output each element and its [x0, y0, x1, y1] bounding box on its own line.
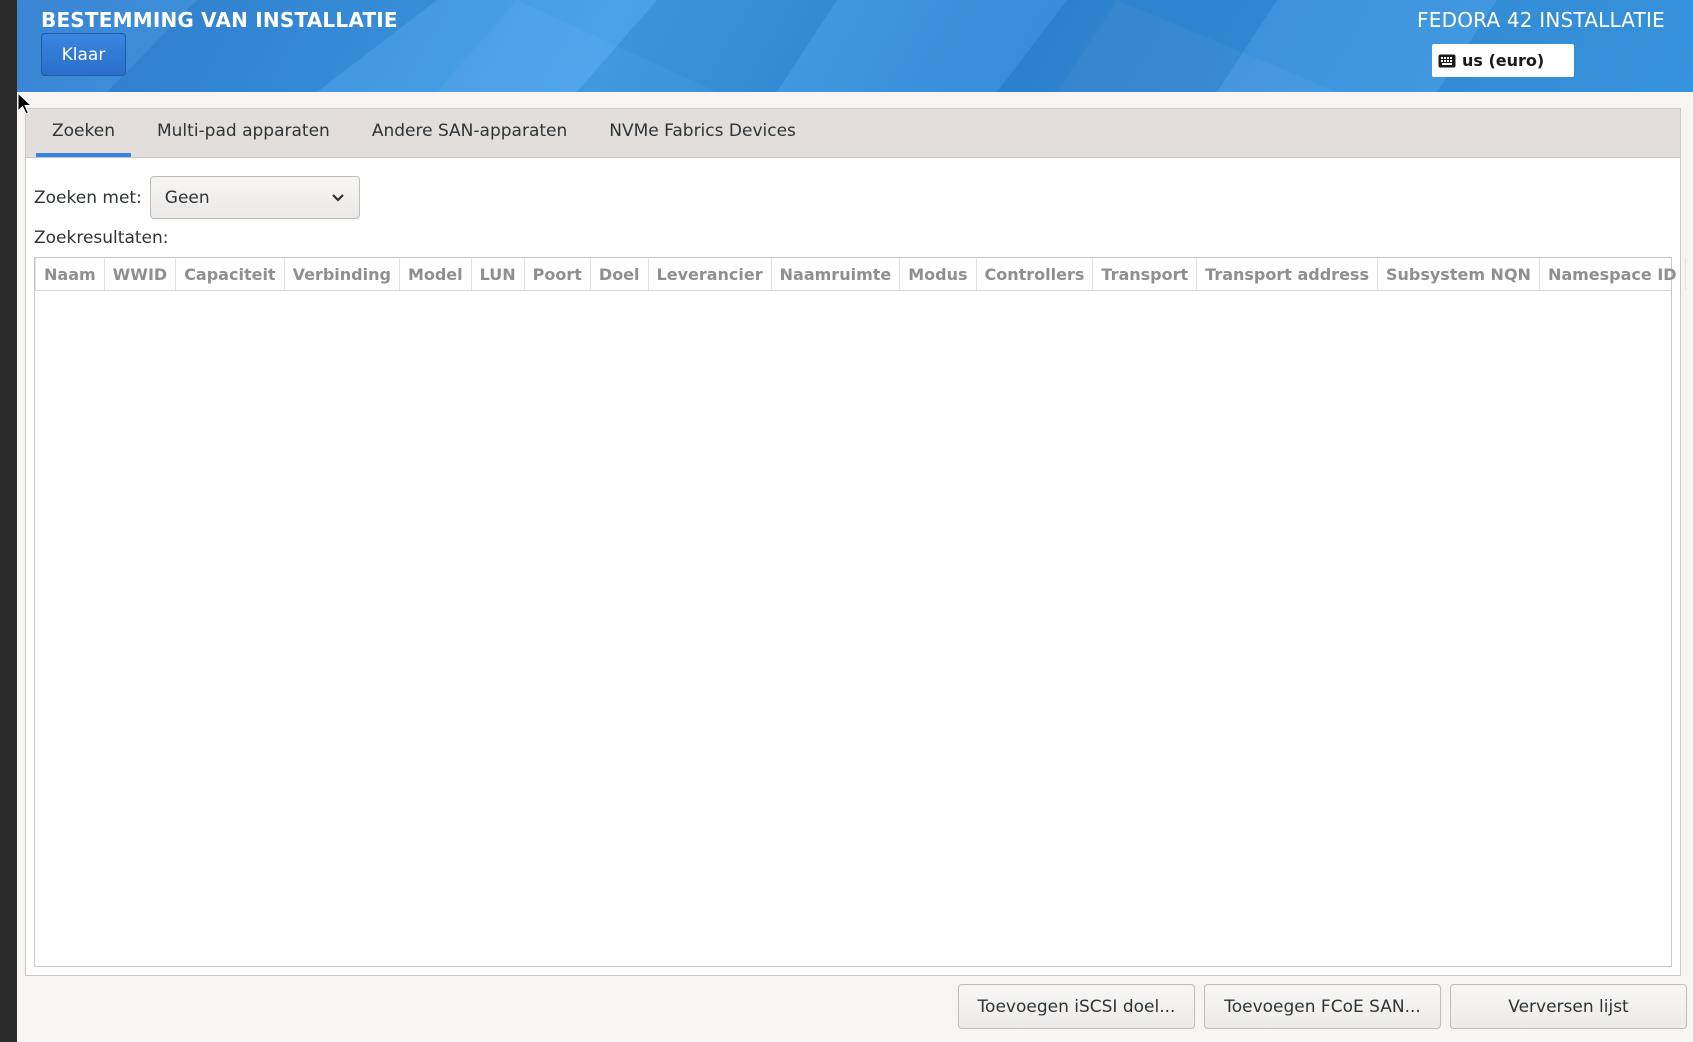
- mouse-pointer-icon: [17, 92, 33, 115]
- installer-window: BESTEMMING VAN INSTALLATIE FEDORA 42 INS…: [17, 0, 1693, 1042]
- column-header-model[interactable]: Model: [400, 258, 472, 290]
- search-by-dropdown[interactable]: Geen: [149, 176, 360, 219]
- header-bar: BESTEMMING VAN INSTALLATIE FEDORA 42 INS…: [17, 0, 1693, 92]
- tab-nvme-fabrics-devices[interactable]: NVMe Fabrics Devices: [593, 109, 812, 157]
- table-header: Naam WWID Capaciteit Verbinding Model LU…: [35, 258, 1686, 291]
- search-results-table: Naam WWID Capaciteit Verbinding Model LU…: [34, 257, 1686, 967]
- column-header-namespace-id[interactable]: Namespace ID: [1540, 258, 1686, 290]
- search-by-label: Zoeken met:: [34, 187, 142, 208]
- action-buttons: Toevoegen iSCSI doel... Toevoegen FCoE S…: [949, 984, 1687, 1029]
- add-iscsi-target-button[interactable]: Toevoegen iSCSI doel...: [958, 984, 1195, 1029]
- done-button[interactable]: Klaar: [41, 33, 126, 76]
- column-header-transport[interactable]: Transport: [1093, 258, 1198, 290]
- column-header-wwid[interactable]: WWID: [105, 258, 177, 290]
- column-header-target[interactable]: Doel: [591, 258, 649, 290]
- tab-other-san-devices[interactable]: Andere SAN-apparaten: [356, 109, 583, 157]
- column-header-vendor[interactable]: Leverancier: [649, 258, 772, 290]
- column-header-transport-address[interactable]: Transport address: [1197, 258, 1378, 290]
- search-results-label: Zoekresultaten:: [34, 228, 169, 248]
- table-body[interactable]: [35, 291, 1671, 966]
- keyboard-icon: [1438, 54, 1456, 68]
- column-header-lun[interactable]: LUN: [472, 258, 525, 290]
- page-title: BESTEMMING VAN INSTALLATIE: [41, 8, 398, 32]
- devices-panel: Zoeken Multi-pad apparaten Andere SAN-ap…: [25, 108, 1686, 976]
- column-header-mode[interactable]: Modus: [900, 258, 977, 290]
- product-title: FEDORA 42 INSTALLATIE: [1417, 8, 1665, 32]
- column-header-capacity[interactable]: Capaciteit: [176, 258, 285, 290]
- refresh-list-button[interactable]: Verversen lijst: [1450, 984, 1687, 1029]
- tab-multipath-devices[interactable]: Multi-pad apparaten: [141, 109, 346, 157]
- column-header-namespace[interactable]: Naamruimte: [772, 258, 901, 290]
- chevron-down-icon: [331, 188, 345, 208]
- keyboard-layout-label: us (euro): [1462, 51, 1545, 70]
- column-header-connection[interactable]: Verbinding: [285, 258, 400, 290]
- column-header-port[interactable]: Poort: [525, 258, 591, 290]
- tab-bar: Zoeken Multi-pad apparaten Andere SAN-ap…: [26, 109, 1680, 158]
- search-by-selected-value: Geen: [164, 187, 210, 208]
- column-header-name[interactable]: Naam: [36, 258, 105, 290]
- add-fcoe-san-button[interactable]: Toevoegen FCoE SAN...: [1204, 984, 1441, 1029]
- keyboard-layout-indicator[interactable]: us (euro): [1432, 44, 1574, 77]
- tab-search[interactable]: Zoeken: [36, 109, 131, 157]
- search-by-row: Zoeken met: Geen: [34, 176, 360, 219]
- column-header-subsystem-nqn[interactable]: Subsystem NQN: [1378, 258, 1540, 290]
- column-header-controllers[interactable]: Controllers: [977, 258, 1094, 290]
